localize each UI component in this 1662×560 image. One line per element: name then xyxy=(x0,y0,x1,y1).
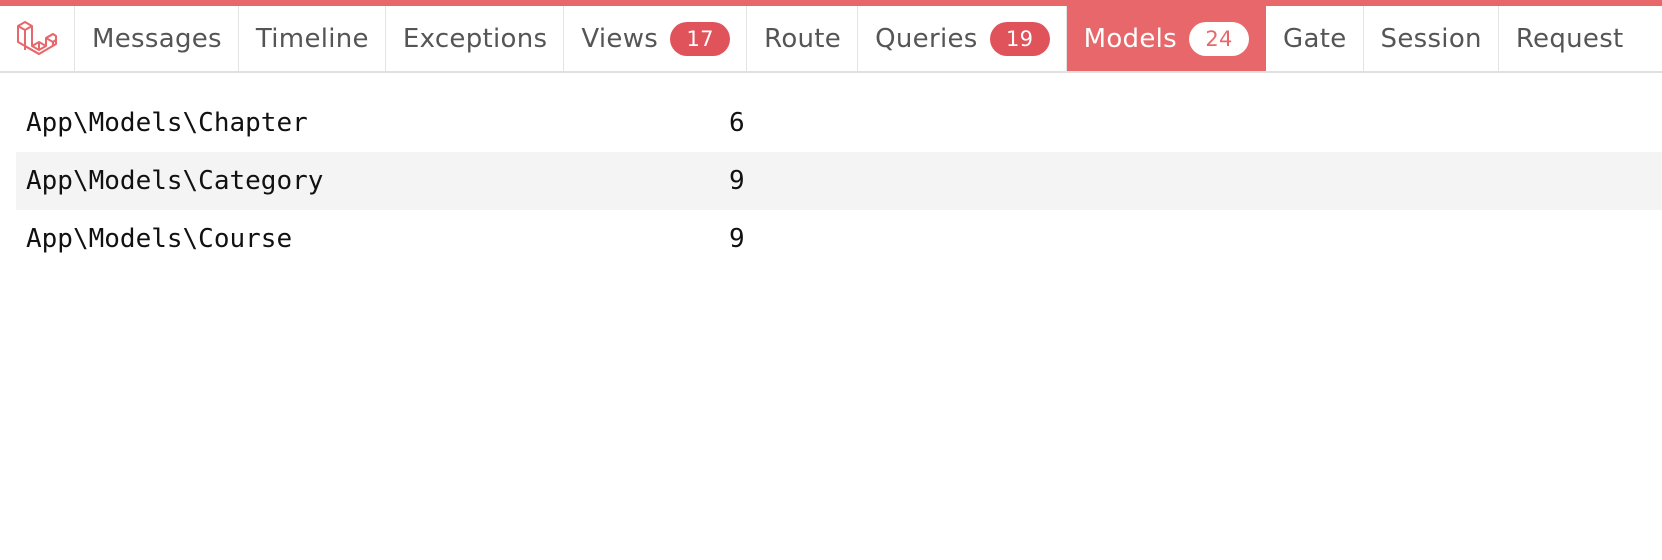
models-list: App\Models\Chapter 6 App\Models\Category… xyxy=(16,94,1662,268)
views-count-badge: 17 xyxy=(670,21,731,56)
debugbar-logo[interactable] xyxy=(0,6,75,71)
tab-messages[interactable]: Messages xyxy=(75,6,239,71)
tab-exceptions[interactable]: Exceptions xyxy=(386,6,565,71)
tab-queries[interactable]: Queries 19 xyxy=(858,6,1067,71)
list-item: App\Models\Course 9 xyxy=(16,210,1662,268)
queries-count-badge: 19 xyxy=(989,21,1050,56)
model-name: App\Models\Course xyxy=(26,224,293,254)
debugbar-tab-bar: Messages Timeline Exceptions Views 17 Ro… xyxy=(0,6,1662,73)
model-name: App\Models\Chapter xyxy=(26,108,308,138)
tab-models[interactable]: Models 24 xyxy=(1066,6,1267,71)
tab-gate[interactable]: Gate xyxy=(1266,6,1364,71)
tab-route[interactable]: Route xyxy=(747,6,859,71)
tab-request[interactable]: Request xyxy=(1499,6,1640,71)
model-count: 9 xyxy=(729,224,745,254)
tab-label: Views xyxy=(581,23,659,54)
tab-label: Messages xyxy=(92,23,222,54)
tab-label: Models xyxy=(1083,23,1178,54)
list-item: App\Models\Category 9 xyxy=(16,152,1662,210)
tab-timeline[interactable]: Timeline xyxy=(239,6,386,71)
model-count: 6 xyxy=(729,108,745,138)
tab-label: Timeline xyxy=(255,23,369,54)
laravel-logo-icon xyxy=(17,20,57,55)
tab-label: Queries xyxy=(875,23,978,54)
tab-views[interactable]: Views 17 xyxy=(564,6,748,71)
tab-label: Route xyxy=(764,23,842,54)
tab-label: Exceptions xyxy=(402,23,548,54)
models-count-badge: 24 xyxy=(1189,21,1250,56)
model-name: App\Models\Category xyxy=(26,166,324,196)
tab-label: Request xyxy=(1515,23,1624,54)
tab-session[interactable]: Session xyxy=(1364,6,1499,71)
model-count: 9 xyxy=(729,166,745,196)
tab-label: Gate xyxy=(1283,23,1347,54)
tab-label: Session xyxy=(1380,23,1482,54)
list-item: App\Models\Chapter 6 xyxy=(16,94,1662,152)
